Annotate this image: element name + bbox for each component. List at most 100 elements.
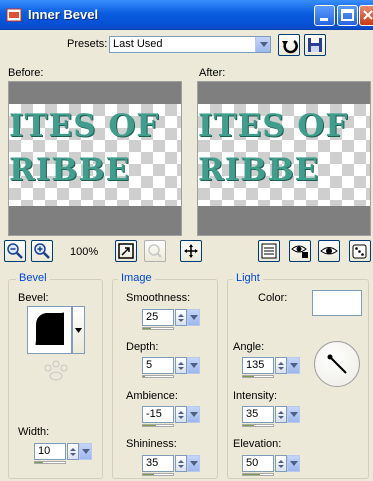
shininess-value[interactable]: 35: [142, 455, 174, 472]
intensity-level-bar: [242, 424, 274, 427]
intensity-value[interactable]: 35: [242, 406, 274, 423]
preview-text-line1: ITES OF: [9, 108, 160, 144]
shininess-up-down[interactable]: [175, 455, 187, 472]
panel-icon: [261, 243, 277, 259]
light-group-title: Light: [233, 272, 263, 284]
bevel-shape-dropdown[interactable]: [72, 306, 85, 354]
zoom-to-fit-button[interactable]: [115, 240, 137, 262]
chevron-down-icon: [75, 328, 82, 333]
save-preset-button[interactable]: [304, 34, 326, 56]
move-arrows-icon: [184, 244, 198, 258]
width-level-fill: [35, 462, 43, 463]
zoom-level: 100%: [70, 246, 99, 258]
width-level-bar: [34, 461, 66, 464]
depth-up-down[interactable]: [175, 357, 187, 374]
elevation-up-down[interactable]: [275, 455, 287, 472]
depth-spinner[interactable]: 5: [142, 357, 200, 378]
shininess-level-bar: [142, 473, 174, 476]
dice-icon: [352, 244, 367, 259]
elevation-value[interactable]: 50: [242, 455, 274, 472]
show-preview-button[interactable]: [289, 240, 311, 262]
elevation-slider-toggle[interactable]: [287, 455, 300, 472]
maximize-button[interactable]: [337, 5, 358, 26]
intensity-up-down[interactable]: [275, 406, 287, 423]
ambience-level-fill: [143, 425, 156, 426]
presets-value: Last Used: [113, 38, 163, 50]
proof-toggle-button[interactable]: [258, 240, 280, 262]
angle-label: Angle:: [233, 341, 265, 353]
angle-slider-toggle[interactable]: [287, 357, 300, 374]
smoothness-level-bar: [142, 327, 174, 330]
shininess-level-fill: [143, 474, 154, 475]
bevel-group-title: Bevel: [16, 272, 50, 284]
width-slider-toggle[interactable]: [79, 443, 92, 460]
locate-button[interactable]: [144, 240, 166, 262]
smoothness-slider-toggle[interactable]: [187, 309, 200, 326]
depth-level-bar: [142, 375, 174, 378]
depth-label: Depth:: [126, 341, 159, 353]
preview-text-line2: RIBBE: [198, 152, 320, 188]
undo-arrow-icon: [282, 39, 298, 54]
intensity-slider-toggle[interactable]: [287, 406, 300, 423]
angle-up-down[interactable]: [275, 357, 287, 374]
smoothness-spinner[interactable]: 25: [142, 309, 200, 330]
close-button[interactable]: [359, 5, 373, 26]
ambience-value[interactable]: -15: [142, 406, 174, 423]
presets-dropdown[interactable]: Last Used: [109, 36, 271, 53]
before-label: Before:: [8, 67, 44, 79]
zoom-out-button[interactable]: [4, 240, 26, 262]
width-up-down[interactable]: [67, 443, 79, 460]
save-disk-icon: [308, 38, 322, 52]
ambience-up-down[interactable]: [175, 406, 187, 423]
eye-icon: [320, 247, 338, 255]
light-color-swatch[interactable]: [312, 290, 362, 316]
close-icon: [363, 10, 373, 20]
reset-preset-button[interactable]: [278, 34, 300, 56]
randomize-button[interactable]: [349, 240, 371, 262]
smoothness-up-down[interactable]: [175, 309, 187, 326]
smoothness-label: Smoothness:: [126, 292, 191, 304]
after-label: After:: [199, 67, 226, 79]
smoothness-level-fill: [143, 328, 151, 329]
angle-level-fill: [243, 376, 254, 377]
angle-dial[interactable]: [314, 341, 360, 387]
app-icon: [6, 8, 22, 22]
ambience-spinner[interactable]: -15: [142, 406, 200, 427]
shininess-spinner[interactable]: 35: [142, 455, 200, 476]
angle-value[interactable]: 135: [242, 357, 274, 374]
elevation-spinner[interactable]: 50: [242, 455, 300, 476]
before-preview[interactable]: ITES OF RIBBE: [8, 81, 182, 236]
depth-value[interactable]: 5: [142, 357, 174, 374]
ambience-label: Ambience:: [126, 390, 178, 402]
magnifier-disabled-icon: [148, 244, 162, 258]
depth-level-fill: [143, 376, 145, 377]
zoom-in-button[interactable]: [31, 240, 53, 262]
angle-level-bar: [242, 375, 274, 378]
zoom-out-icon: [7, 243, 23, 259]
ambience-slider-toggle[interactable]: [187, 406, 200, 423]
preview-text-line1: ITES OF: [198, 108, 349, 144]
intensity-label: Intensity:: [233, 390, 278, 402]
shininess-slider-toggle[interactable]: [187, 455, 200, 472]
shininess-label: Shininess:: [126, 438, 177, 450]
after-preview[interactable]: ITES OF RIBBE: [197, 81, 371, 236]
zoom-in-icon: [34, 243, 50, 259]
bevel-shape-swatch[interactable]: [27, 306, 72, 354]
elevation-level-bar: [242, 473, 274, 476]
pan-button[interactable]: [180, 240, 202, 262]
depth-slider-toggle[interactable]: [187, 357, 200, 374]
bevel-profile-icon: [35, 312, 65, 346]
width-value[interactable]: 10: [34, 443, 66, 460]
dialog-body: Presets: Last Used Before: After: ITES O…: [0, 30, 373, 481]
color-label: Color:: [258, 292, 288, 304]
intensity-spinner[interactable]: 35: [242, 406, 300, 427]
smoothness-value[interactable]: 25: [142, 309, 174, 326]
dial-needle-icon: [327, 354, 347, 374]
preview-text-line2: RIBBE: [9, 152, 131, 188]
width-spinner[interactable]: 10: [34, 443, 92, 464]
auto-proof-button[interactable]: [318, 240, 340, 262]
watermark: [18, 358, 98, 398]
title-bar: Inner Bevel: [0, 0, 373, 30]
minimize-button[interactable]: [314, 5, 335, 26]
angle-spinner[interactable]: 135: [242, 357, 300, 378]
